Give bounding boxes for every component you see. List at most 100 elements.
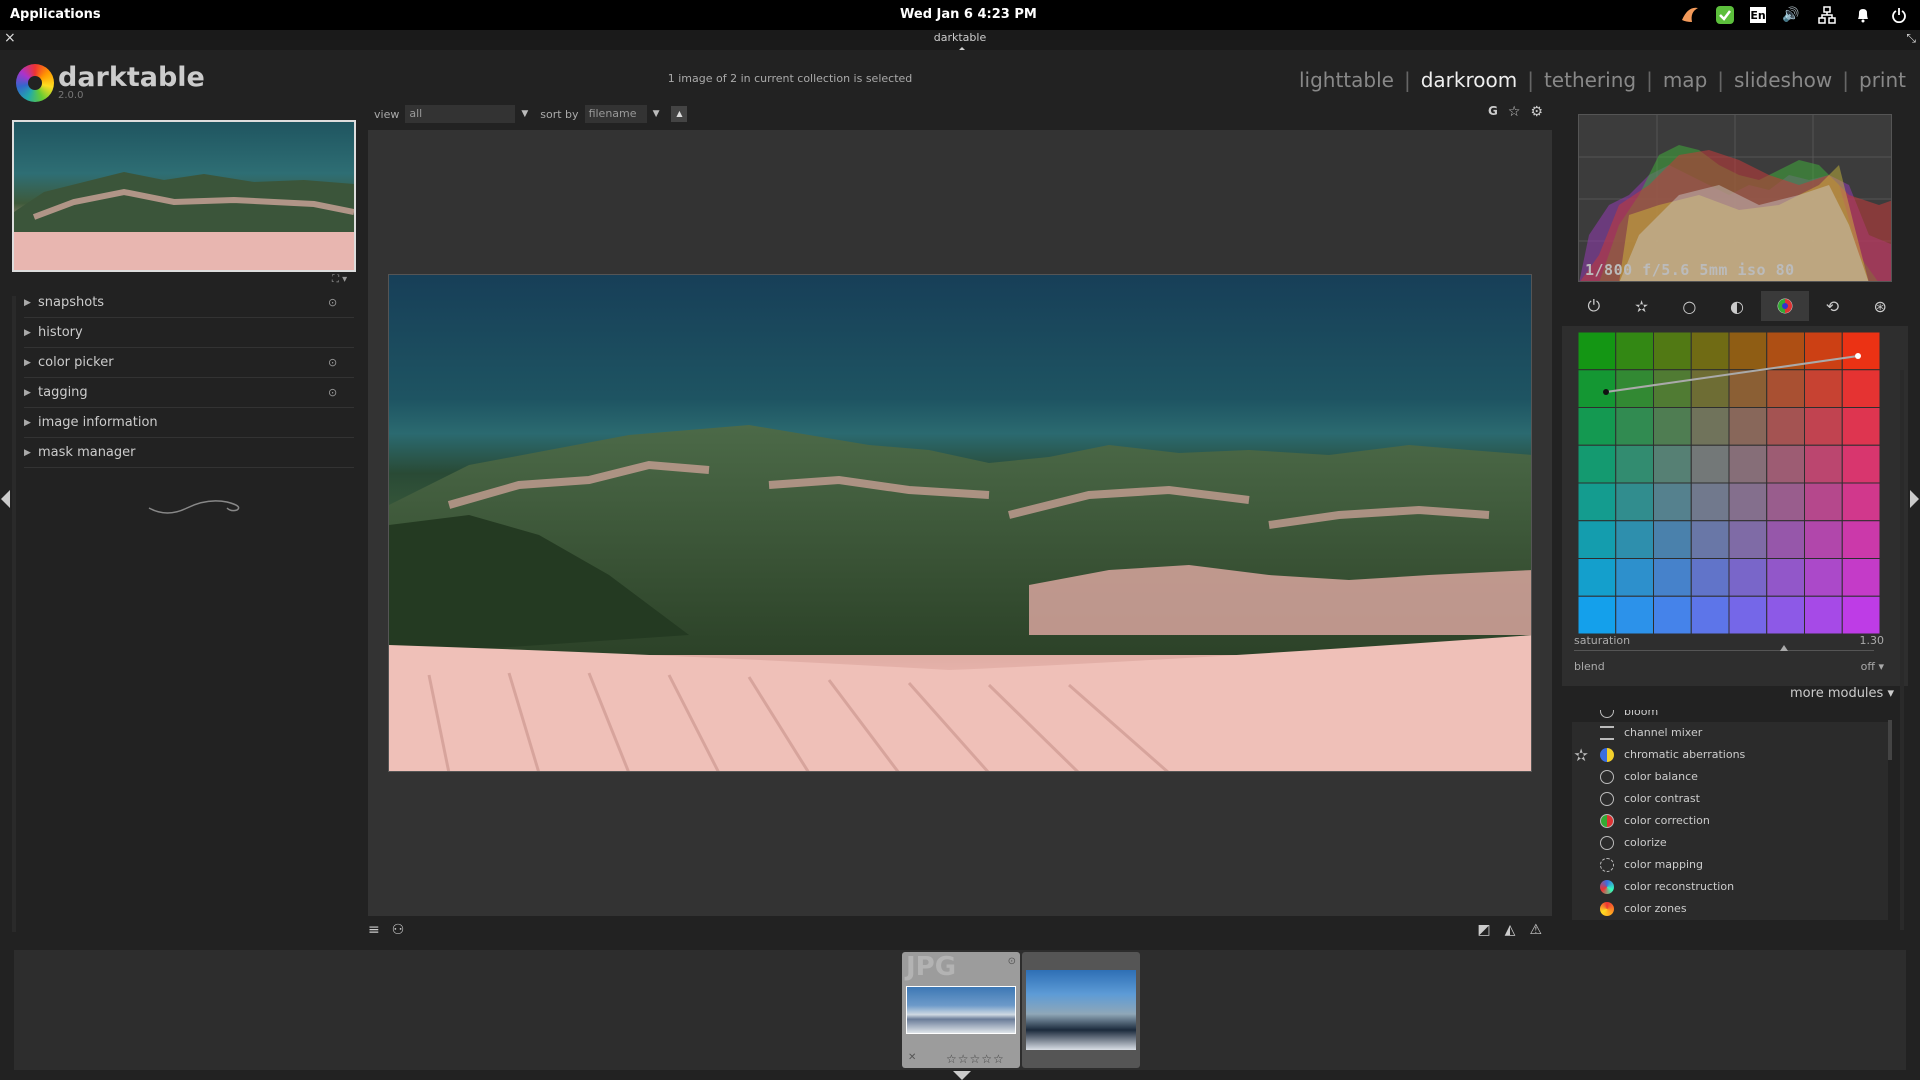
style-apply-icon[interactable]: ⚇	[392, 922, 405, 938]
color-grid-cell	[1804, 482, 1843, 522]
color-correction-grid[interactable]	[1578, 332, 1880, 634]
night-light-icon[interactable]	[1678, 4, 1700, 26]
left-panel-scrollbar[interactable]	[12, 296, 16, 932]
softproof-icon[interactable]: ◭	[1505, 922, 1516, 938]
collapse-left-panel-arrow-icon[interactable]	[1, 490, 10, 508]
saturation-value: 1.30	[1859, 634, 1885, 647]
tone-half-circle-icon[interactable]: ◐	[1713, 291, 1761, 321]
color-grid-cell	[1653, 444, 1692, 484]
module-list-scrollbar[interactable]	[1888, 720, 1892, 760]
sort-by-label: sort by	[540, 107, 579, 121]
list-item[interactable]: color zones	[1572, 898, 1888, 920]
center-bottom-toolbar: ≡ ⚇ ◩ ◭ ⚠	[368, 918, 1552, 944]
network-icon[interactable]	[1816, 4, 1838, 26]
power-icon[interactable]	[1888, 4, 1910, 26]
collapse-bottom-panel-arrow-icon[interactable]	[953, 1071, 971, 1080]
close-window-icon[interactable]: ×	[4, 30, 16, 46]
reject-icon[interactable]: ✕	[908, 1052, 916, 1063]
color-grid-cell	[1615, 444, 1654, 484]
gamut-check-icon[interactable]: ⚠	[1529, 922, 1542, 938]
color-grid-cell	[1690, 520, 1730, 559]
main-image[interactable]	[388, 274, 1532, 772]
color-grid-cell	[1766, 444, 1805, 484]
effect-icon[interactable]: ⊛	[1856, 291, 1904, 321]
grouping-icon[interactable]: G	[1488, 104, 1498, 120]
color-icon[interactable]	[1760, 291, 1809, 321]
histogram[interactable]: 1/800 f/5.6 5mm iso 80	[1578, 114, 1892, 282]
correct-icon[interactable]: ⟲	[1809, 291, 1857, 321]
power-icon[interactable]: ⏻	[1570, 291, 1618, 321]
star-overlay-icon[interactable]: ☆	[1508, 104, 1521, 120]
module-history[interactable]: ▶ history	[24, 318, 354, 348]
blend-combo[interactable]: blend off ▾	[1574, 660, 1894, 673]
chevron-down-icon[interactable]: ▼	[653, 109, 660, 119]
more-modules-toggle[interactable]: more modules ▾	[1562, 686, 1908, 708]
saturation-slider[interactable]: saturation 1.30	[1574, 634, 1894, 651]
list-item[interactable]: color mapping	[1572, 854, 1888, 876]
keyboard-layout-icon[interactable]: En	[1750, 7, 1766, 23]
volume-icon[interactable]: 🔊	[1780, 4, 1802, 26]
navigation-zoom-icon[interactable]: ⛶ ▾	[332, 274, 347, 285]
saturation-knob[interactable]	[1780, 645, 1788, 651]
module-mask-manager[interactable]: ▶ mask manager	[24, 438, 354, 468]
view-filter-combo[interactable]: all	[405, 105, 516, 123]
applications-menu[interactable]: Applications	[10, 7, 101, 22]
sort-by-combo[interactable]: filename	[584, 105, 647, 123]
color-grid-cell	[1728, 595, 1768, 634]
expand-arrow-icon: ▶	[24, 358, 31, 368]
chevron-down-icon[interactable]: ▼	[521, 109, 528, 119]
fullscreen-toggle-icon[interactable]: ⤡	[1906, 30, 1916, 46]
color-grid-cell	[1728, 444, 1768, 484]
color-grid-cell	[1690, 482, 1730, 522]
filmstrip-thumbnail-selected[interactable]: JPG ⊙ ✕ ☆☆☆☆☆	[902, 952, 1020, 1068]
clock[interactable]: Wed Jan 6 4:23 PM	[900, 7, 1037, 22]
list-item[interactable]: channel mixer	[1572, 722, 1888, 744]
view-slideshow[interactable]: slideshow	[1734, 68, 1832, 92]
view-tethering[interactable]: tethering	[1544, 68, 1636, 92]
sort-order-button[interactable]: ▲	[671, 106, 688, 122]
favorite-star-icon[interactable]: ✫	[1618, 291, 1666, 321]
raw-overexposed-icon[interactable]: ◩	[1477, 922, 1490, 938]
favorite-star-icon[interactable]: ✫	[1574, 745, 1588, 767]
preset-menu-icon[interactable]: ⊙	[328, 378, 337, 408]
basic-circle-icon[interactable]: ○	[1665, 291, 1713, 321]
window-title: darktable	[933, 31, 987, 44]
list-item[interactable]: ✫ chromatic aberrations	[1572, 744, 1888, 766]
altered-indicator-icon[interactable]: ⊙	[1008, 956, 1016, 967]
module-snapshots[interactable]: ▶ snapshots ⊙	[24, 288, 354, 318]
notification-bell-icon[interactable]	[1852, 4, 1874, 26]
shield-check-icon[interactable]	[1714, 4, 1736, 26]
color-grid-cell	[1578, 332, 1617, 371]
list-item[interactable]: color balance	[1572, 766, 1888, 788]
color-grid-cell	[1804, 595, 1843, 634]
gear-icon[interactable]: ⚙	[1530, 104, 1543, 120]
star-rating[interactable]: ☆☆☆☆☆	[946, 1052, 1005, 1066]
preset-menu-icon[interactable]: ⊙	[328, 348, 337, 378]
view-print[interactable]: print	[1859, 68, 1906, 92]
list-item[interactable]: color contrast	[1572, 788, 1888, 810]
module-color-picker[interactable]: ▶ color picker ⊙	[24, 348, 354, 378]
color-grid-cell	[1653, 558, 1692, 597]
preset-menu-icon[interactable]: ⊙	[328, 288, 337, 318]
list-item[interactable]: color correction	[1572, 810, 1888, 832]
list-item[interactable]: bloom	[1572, 710, 1888, 722]
right-panel-scrollbar[interactable]	[1900, 370, 1904, 930]
view-map[interactable]: map	[1663, 68, 1707, 92]
color-grid-cell	[1653, 520, 1692, 559]
filmstrip-thumbnail[interactable]	[1022, 952, 1140, 1068]
color-grid-cell	[1653, 407, 1692, 446]
view-darkroom[interactable]: darkroom	[1421, 68, 1518, 92]
highlight-handle[interactable]	[1855, 353, 1861, 359]
quick-access-menu-icon[interactable]: ≡	[368, 922, 380, 938]
color-grid-cell	[1841, 520, 1880, 559]
view-lighttable[interactable]: lighttable	[1299, 68, 1394, 92]
view-separator: |	[1527, 68, 1534, 92]
list-item[interactable]: color reconstruction	[1572, 876, 1888, 898]
shadow-handle[interactable]	[1603, 389, 1609, 395]
color-grid-cell	[1653, 369, 1692, 408]
module-image-information[interactable]: ▶ image information	[24, 408, 354, 438]
list-item[interactable]: colorize	[1572, 832, 1888, 854]
collapse-right-panel-arrow-icon[interactable]	[1910, 490, 1919, 508]
module-tagging[interactable]: ▶ tagging ⊙	[24, 378, 354, 408]
navigation-thumbnail[interactable]	[12, 120, 356, 272]
